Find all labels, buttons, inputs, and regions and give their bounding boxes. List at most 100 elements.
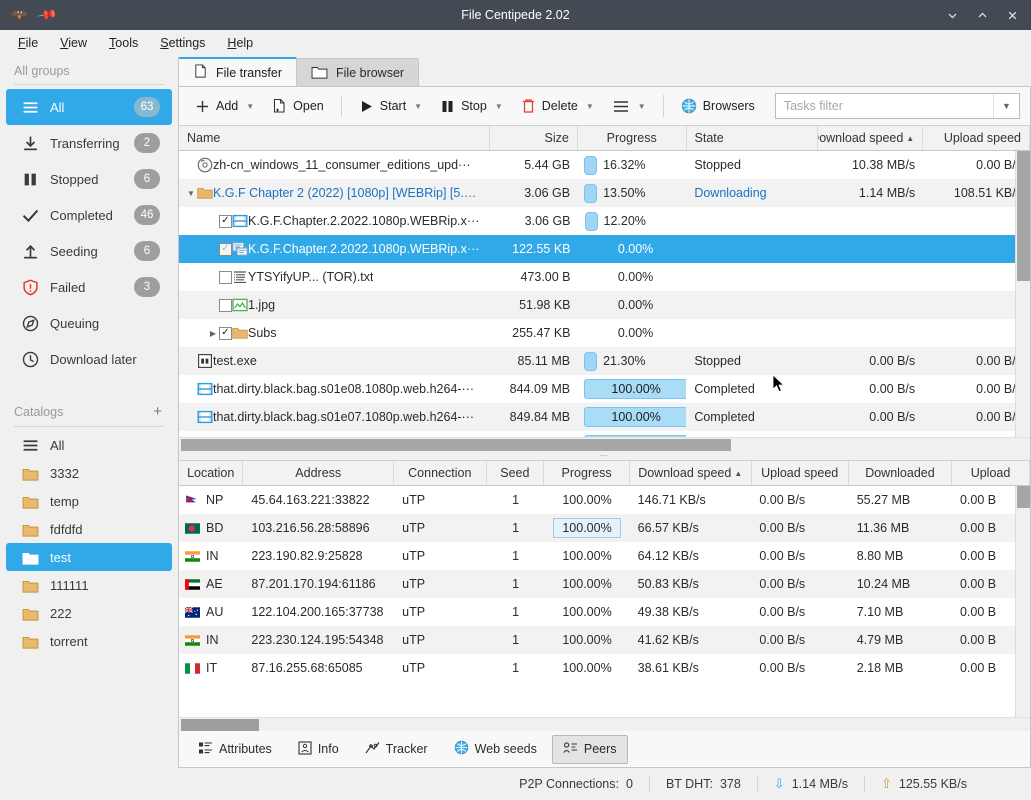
- table-row[interactable]: that.dirty.black.bag.s01e07.1080p.web.h2…: [179, 403, 1030, 431]
- group-item-completed[interactable]: Completed46: [6, 197, 172, 233]
- chevron-down-icon[interactable]: ▼: [993, 94, 1019, 118]
- maximize-button[interactable]: [967, 1, 997, 29]
- table-row[interactable]: that.dirty.black.bag.s01e08.1080p.web.h2…: [179, 375, 1030, 403]
- detail-tab-info[interactable]: Info: [287, 735, 350, 764]
- table-row[interactable]: AE 87.201.170.194:61186 uTP 1 100.00% 50…: [179, 570, 1030, 598]
- table-row[interactable]: IT 87.16.255.68:65085 uTP 1 100.00% 38.6…: [179, 654, 1030, 682]
- catalog-item-torrent[interactable]: torrent: [6, 627, 172, 655]
- row-checkbox[interactable]: ✓: [219, 243, 232, 256]
- detail-tab-peers[interactable]: Peers: [552, 735, 628, 764]
- files-hscroll-thumb[interactable]: [181, 439, 731, 451]
- group-item-stopped[interactable]: Stopped6: [6, 161, 172, 197]
- files-table-body[interactable]: zh-cn_windows_11_consumer_editions_upd··…: [179, 151, 1030, 437]
- files-vertical-scrollbar[interactable]: [1015, 151, 1030, 451]
- chevron-down-icon[interactable]: ▼: [246, 102, 254, 111]
- toolbar-menu-button[interactable]: ▼: [604, 94, 654, 119]
- table-row[interactable]: NP 45.64.163.221:33822 uTP 1 100.00% 146…: [179, 486, 1030, 514]
- peers-hscroll-thumb[interactable]: [181, 719, 259, 731]
- menu-file[interactable]: File: [8, 33, 48, 53]
- table-row[interactable]: zh-cn_windows_11_consumer_editions_upd··…: [179, 151, 1030, 179]
- peers-horizontal-scrollbar[interactable]: [179, 717, 1030, 731]
- table-row[interactable]: IN 223.230.124.195:54348 uTP 1 100.00% 4…: [179, 626, 1030, 654]
- table-row[interactable]: ▶ ✓ Subs 255.47 KB 0.00%: [179, 319, 1030, 347]
- catalog-item-222[interactable]: 222: [6, 599, 172, 627]
- detail-tab-web-seeds[interactable]: Web seeds: [443, 734, 548, 764]
- files-column-state[interactable]: State: [687, 126, 819, 150]
- add-catalog-button[interactable]: +: [153, 403, 164, 420]
- tasks-filter[interactable]: ▼: [775, 93, 1020, 119]
- table-row[interactable]: ✓ K.G.F.Chapter.2.2022.1080p.WEBRip.x···…: [179, 235, 1030, 263]
- table-row[interactable]: ▼ K.G.F Chapter 2 (2022) [1080p] [WEBRip…: [179, 179, 1030, 207]
- group-item-all[interactable]: All63: [6, 89, 172, 125]
- peers-table-body[interactable]: NP 45.64.163.221:33822 uTP 1 100.00% 146…: [179, 486, 1030, 717]
- files-column-size[interactable]: Size: [490, 126, 577, 150]
- group-item-download-later[interactable]: Download later: [6, 341, 172, 377]
- peers-column-connection[interactable]: Connection: [394, 461, 487, 485]
- peers-column-progress[interactable]: Progress: [544, 461, 630, 485]
- catalog-item-temp[interactable]: temp: [6, 487, 172, 515]
- catalog-item-fdfdfd[interactable]: fdfdfd: [6, 515, 172, 543]
- detail-tab-attributes[interactable]: Attributes: [187, 735, 283, 764]
- peers-column-location[interactable]: Location: [179, 461, 243, 485]
- table-row[interactable]: ✓ K.G.F.Chapter.2.2022.1080p.WEBRip.x···…: [179, 207, 1030, 235]
- group-item-failed[interactable]: Failed3: [6, 269, 172, 305]
- catalog-item-all[interactable]: All: [6, 431, 172, 459]
- browsers-button[interactable]: Browsers: [673, 93, 763, 119]
- download-arrow-icon: ⇩: [774, 776, 785, 792]
- stop-button[interactable]: Stop ▼: [432, 94, 511, 119]
- tasks-filter-input[interactable]: [776, 94, 993, 118]
- catalog-item-3332[interactable]: 3332: [6, 459, 172, 487]
- table-row[interactable]: BD 103.216.56.28:58896 uTP 1 100.00% 66.…: [179, 514, 1030, 542]
- peers-scroll-thumb[interactable]: [1017, 486, 1030, 508]
- catalog-item-111111[interactable]: 111111: [6, 571, 172, 599]
- group-item-transferring[interactable]: Transferring2: [6, 125, 172, 161]
- peers-column-downloaded[interactable]: Downloaded: [849, 461, 952, 485]
- start-button[interactable]: Start ▼: [351, 94, 430, 119]
- pin-icon[interactable]: 📌: [36, 4, 58, 26]
- menu-view[interactable]: View: [50, 33, 97, 53]
- peers-column-upload-speed[interactable]: Upload speed: [752, 461, 849, 485]
- table-row[interactable]: AU 122.104.200.165:37738 uTP 1 100.00% 4…: [179, 598, 1030, 626]
- delete-button[interactable]: Delete ▼: [513, 93, 602, 119]
- peers-vertical-scrollbar[interactable]: [1015, 486, 1030, 731]
- panel-splitter[interactable]: ⋯: [179, 451, 1030, 460]
- group-item-seeding[interactable]: Seeding6: [6, 233, 172, 269]
- files-column-upload-speed[interactable]: Upload speed: [923, 126, 1030, 150]
- peer-downloaded: 7.10 MB: [849, 605, 952, 619]
- chevron-down-icon[interactable]: ▼: [414, 102, 422, 111]
- row-checkbox[interactable]: [219, 271, 232, 284]
- row-checkbox[interactable]: ✓: [219, 215, 232, 228]
- table-row[interactable]: test.exe 85.11 MB 21.30% Stopped 0.00 B/…: [179, 347, 1030, 375]
- table-row[interactable]: 1.jpg 51.98 KB 0.00%: [179, 291, 1030, 319]
- open-button[interactable]: Open: [264, 93, 332, 119]
- add-button[interactable]: Add ▼: [187, 94, 262, 119]
- peers-column-seed[interactable]: Seed: [487, 461, 545, 485]
- close-button[interactable]: [997, 1, 1027, 29]
- table-row[interactable]: IN 223.190.82.9:25828 uTP 1 100.00% 64.1…: [179, 542, 1030, 570]
- expand-toggle-icon[interactable]: ▶: [207, 329, 219, 338]
- files-column-progress[interactable]: Progress: [578, 126, 687, 150]
- chevron-down-icon[interactable]: ▼: [638, 102, 646, 111]
- table-row[interactable]: YTSYifyUP... (TOR).txt 473.00 B 0.00%: [179, 263, 1030, 291]
- chevron-down-icon[interactable]: ▼: [495, 102, 503, 111]
- peers-column-upload[interactable]: Upload: [952, 461, 1030, 485]
- files-column-download-speed[interactable]: Download speed▲: [818, 126, 923, 150]
- peers-column-address[interactable]: Address: [243, 461, 394, 485]
- chevron-down-icon[interactable]: ▼: [586, 102, 594, 111]
- menu-help[interactable]: Help: [217, 33, 263, 53]
- tab-file-browser[interactable]: File browser: [296, 58, 419, 86]
- minimize-button[interactable]: [937, 1, 967, 29]
- menu-settings[interactable]: Settings: [150, 33, 215, 53]
- files-scroll-thumb[interactable]: [1017, 151, 1030, 281]
- group-item-queuing[interactable]: Queuing: [6, 305, 172, 341]
- peers-column-download-speed[interactable]: Download speed▲: [630, 461, 752, 485]
- row-checkbox[interactable]: ✓: [219, 327, 232, 340]
- files-horizontal-scrollbar[interactable]: [179, 437, 1030, 451]
- catalog-item-test[interactable]: test: [6, 543, 172, 571]
- expand-toggle-icon[interactable]: ▼: [185, 189, 197, 198]
- row-checkbox[interactable]: [219, 299, 232, 312]
- menu-tools[interactable]: Tools: [99, 33, 148, 53]
- files-column-name[interactable]: Name: [179, 126, 490, 150]
- tab-file-transfer[interactable]: File transfer: [178, 57, 297, 86]
- detail-tab-tracker[interactable]: Tracker: [354, 735, 439, 764]
